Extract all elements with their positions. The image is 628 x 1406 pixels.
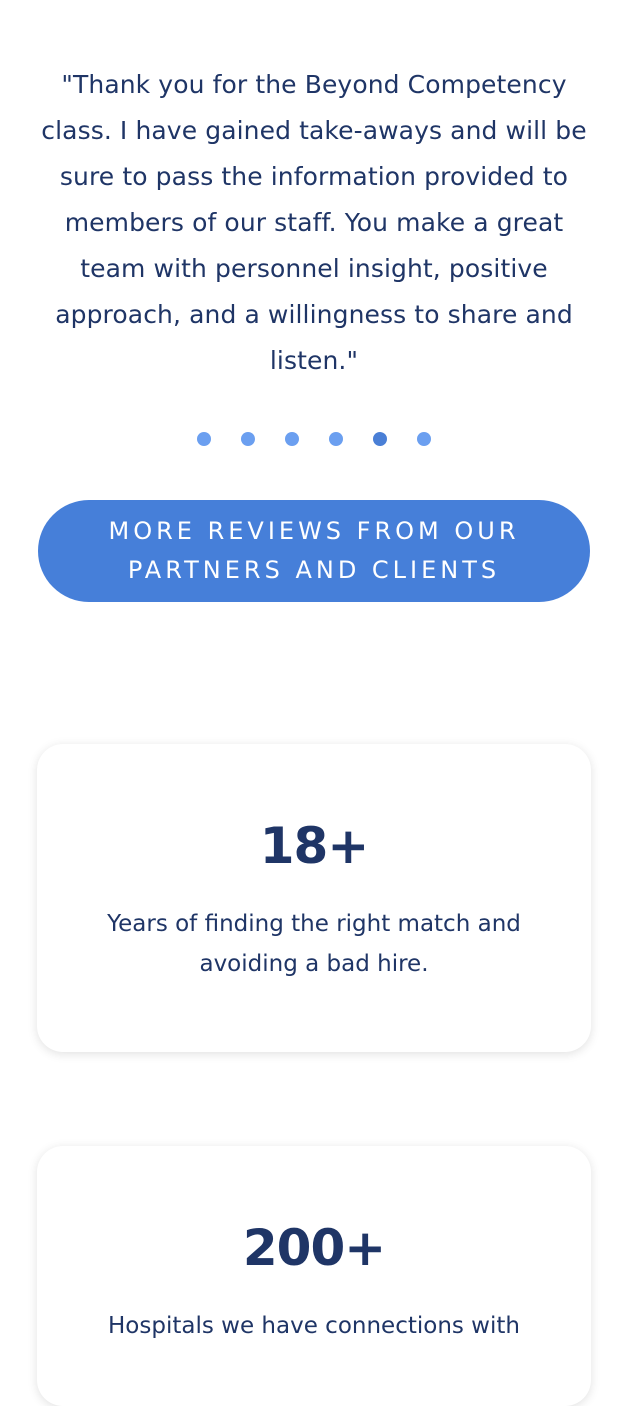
stat-card-years: 18+ Years of finding the right match and… <box>37 744 591 1052</box>
carousel-dot-4[interactable] <box>329 432 343 446</box>
more-reviews-button[interactable]: MORE REVIEWS FROM OUR PARTNERS AND CLIEN… <box>38 500 590 602</box>
stat-description: Years of finding the right match and avo… <box>107 911 521 977</box>
carousel-dot-2[interactable] <box>241 432 255 446</box>
carousel-dot-6[interactable] <box>417 432 431 446</box>
carousel-dot-5[interactable] <box>373 432 387 446</box>
carousel-dot-1[interactable] <box>197 432 211 446</box>
stat-number: 18+ <box>259 817 369 875</box>
carousel-dot-3[interactable] <box>285 432 299 446</box>
carousel-dots <box>0 432 628 446</box>
stat-card-hospitals: 200+ Hospitals we have connections with <box>37 1146 591 1406</box>
testimonial-quote: "Thank you for the Beyond Competency cla… <box>41 70 587 375</box>
stat-number: 200+ <box>242 1219 386 1277</box>
stat-description: Hospitals we have connections with <box>108 1313 520 1339</box>
